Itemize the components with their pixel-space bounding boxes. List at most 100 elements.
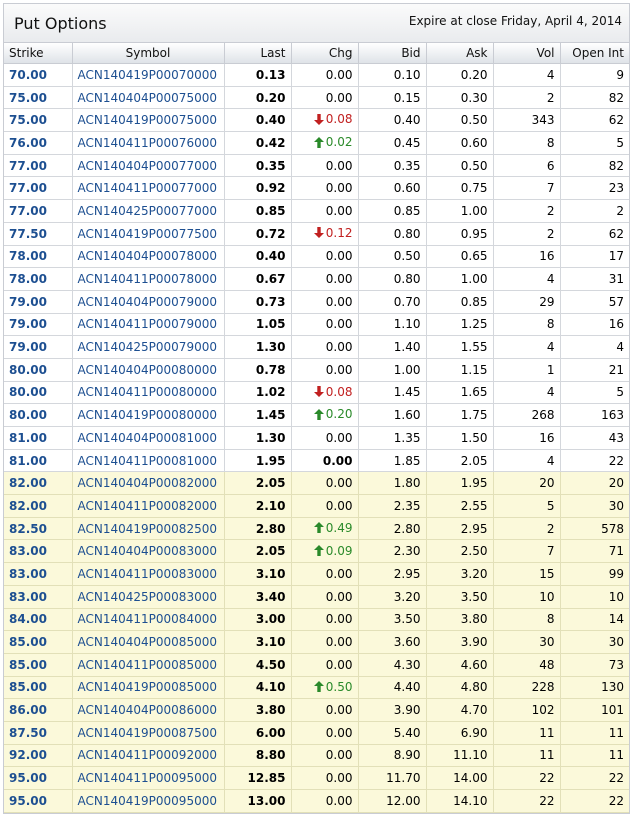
symbol-link[interactable]: ACN140411P00076000 — [72, 131, 225, 155]
strike-link[interactable]: 85.00 — [4, 676, 73, 700]
symbol-link[interactable]: ACN140419P00075000 — [72, 108, 225, 133]
ask-value: 1.50 — [426, 426, 494, 450]
symbol-link[interactable]: ACN140411P00078000 — [72, 267, 225, 291]
strike-link[interactable]: 84.00 — [4, 608, 73, 632]
strike-link[interactable]: 79.00 — [4, 313, 73, 337]
symbol-link[interactable]: ACN140404P00079000 — [72, 290, 225, 314]
last-price: 6.00 — [224, 721, 292, 745]
strike-link[interactable]: 78.00 — [4, 245, 73, 269]
strike-link[interactable]: 75.00 — [4, 86, 73, 110]
ask-value: 0.60 — [426, 131, 494, 155]
chg-value: 0.00 — [291, 335, 359, 359]
strike-link[interactable]: 82.00 — [4, 471, 73, 496]
strike-link[interactable]: 79.00 — [4, 335, 73, 359]
symbol-link[interactable]: ACN140411P00084000 — [72, 608, 225, 632]
strike-link[interactable]: 79.00 — [4, 290, 73, 314]
strike-link[interactable]: 77.00 — [4, 176, 73, 201]
col-header-symbol[interactable]: Symbol — [72, 43, 225, 64]
strike-link[interactable]: 86.00 — [4, 698, 73, 722]
strike-link[interactable]: 75.00 — [4, 108, 73, 133]
symbol-link[interactable]: ACN140404P00083000 — [72, 539, 225, 564]
strike-link[interactable]: 82.50 — [4, 517, 73, 541]
volume-value: 11 — [493, 744, 561, 768]
strike-link[interactable]: 83.00 — [4, 585, 73, 609]
bid-value: 2.95 — [358, 562, 427, 586]
strike-link[interactable]: 77.00 — [4, 199, 73, 223]
table-row: 82.00 ACN140411P00082000 2.10 0.00 2.35 2.55 5… — [4, 494, 629, 518]
chg-value: 0.00 — [291, 766, 359, 790]
strike-link[interactable]: 87.50 — [4, 721, 73, 745]
symbol-link[interactable]: ACN140419P00085000 — [72, 676, 225, 700]
symbol-link[interactable]: ACN140419P00077500 — [72, 222, 225, 246]
strike-link[interactable]: 76.00 — [4, 131, 73, 155]
ask-value: 1.25 — [426, 313, 494, 337]
open-interest-value: 4 — [560, 335, 629, 359]
last-price: 8.80 — [224, 744, 292, 768]
bid-value: 1.10 — [358, 313, 427, 337]
bid-value: 0.15 — [358, 86, 427, 110]
strike-link[interactable]: 80.00 — [4, 381, 73, 405]
symbol-link[interactable]: ACN140411P00095000 — [72, 766, 225, 790]
strike-link[interactable]: 85.00 — [4, 653, 73, 677]
symbol-link[interactable]: ACN140425P00083000 — [72, 585, 225, 609]
symbol-link[interactable]: ACN140411P00085000 — [72, 653, 225, 677]
symbol-link[interactable]: ACN140404P00078000 — [72, 245, 225, 269]
col-header-open-int[interactable]: Open Int — [560, 43, 629, 64]
symbol-link[interactable]: ACN140425P00079000 — [72, 335, 225, 359]
symbol-link[interactable]: ACN140411P00083000 — [72, 562, 225, 586]
strike-link[interactable]: 81.00 — [4, 449, 73, 473]
strike-link[interactable]: 80.00 — [4, 403, 73, 427]
symbol-link[interactable]: ACN140404P00075000 — [72, 86, 225, 110]
symbol-link[interactable]: ACN140411P00077000 — [72, 176, 225, 201]
strike-link[interactable]: 77.50 — [4, 222, 73, 246]
strike-link[interactable]: 83.00 — [4, 562, 73, 586]
chg-value: 0.00 — [291, 653, 359, 677]
symbol-link[interactable]: ACN140411P00082000 — [72, 494, 225, 518]
strike-link[interactable]: 95.00 — [4, 789, 73, 813]
symbol-link[interactable]: ACN140419P00087500 — [72, 721, 225, 745]
open-interest-value: 21 — [560, 358, 629, 382]
strike-link[interactable]: 77.00 — [4, 154, 73, 178]
strike-link[interactable]: 82.00 — [4, 494, 73, 518]
col-header-ask[interactable]: Ask — [426, 43, 494, 64]
symbol-link[interactable]: ACN140404P00085000 — [72, 630, 225, 654]
strike-link[interactable]: 81.00 — [4, 426, 73, 450]
col-header-strike[interactable]: Strike — [4, 43, 73, 64]
col-header-last[interactable]: Last — [224, 43, 292, 64]
symbol-link[interactable]: ACN140404P00080000 — [72, 358, 225, 382]
volume-value: 4 — [493, 335, 561, 359]
col-header-bid[interactable]: Bid — [358, 43, 427, 64]
symbol-link[interactable]: ACN140425P00077000 — [72, 199, 225, 223]
symbol-link[interactable]: ACN140404P00081000 — [72, 426, 225, 450]
symbol-link[interactable]: ACN140419P00095000 — [72, 789, 225, 813]
volume-value: 15 — [493, 562, 561, 586]
chg-value: 0.09 — [325, 543, 353, 558]
symbol-link[interactable]: ACN140404P00086000 — [72, 698, 225, 722]
strike-link[interactable]: 95.00 — [4, 766, 73, 790]
symbol-link[interactable]: ACN140411P00092000 — [72, 744, 225, 768]
strike-link[interactable]: 80.00 — [4, 358, 73, 382]
symbol-link[interactable]: ACN140411P00079000 — [72, 313, 225, 337]
ask-value: 4.80 — [426, 676, 494, 700]
strike-link[interactable]: 78.00 — [4, 267, 73, 291]
last-price: 0.42 — [224, 131, 292, 155]
symbol-link[interactable]: ACN140419P00070000 — [72, 63, 225, 87]
symbol-link[interactable]: ACN140404P00077000 — [72, 154, 225, 178]
col-header-vol[interactable]: Vol — [493, 43, 561, 64]
ask-value: 0.50 — [426, 108, 494, 133]
open-interest-value: 16 — [560, 313, 629, 337]
bid-value: 1.60 — [358, 403, 427, 427]
open-interest-value: 22 — [560, 766, 629, 790]
bid-value: 0.80 — [358, 267, 427, 291]
symbol-link[interactable]: ACN140411P00080000 — [72, 381, 225, 405]
strike-link[interactable]: 92.00 — [4, 744, 73, 768]
strike-link[interactable]: 70.00 — [4, 63, 73, 87]
symbol-link[interactable]: ACN140404P00082000 — [72, 471, 225, 496]
symbol-link[interactable]: ACN140419P00080000 — [72, 403, 225, 427]
symbol-link[interactable]: ACN140411P00081000 — [72, 449, 225, 473]
col-header-chg[interactable]: Chg — [291, 43, 359, 64]
symbol-link[interactable]: ACN140419P00082500 — [72, 517, 225, 541]
strike-link[interactable]: 83.00 — [4, 539, 73, 564]
volume-value: 228 — [493, 676, 561, 700]
strike-link[interactable]: 85.00 — [4, 630, 73, 654]
